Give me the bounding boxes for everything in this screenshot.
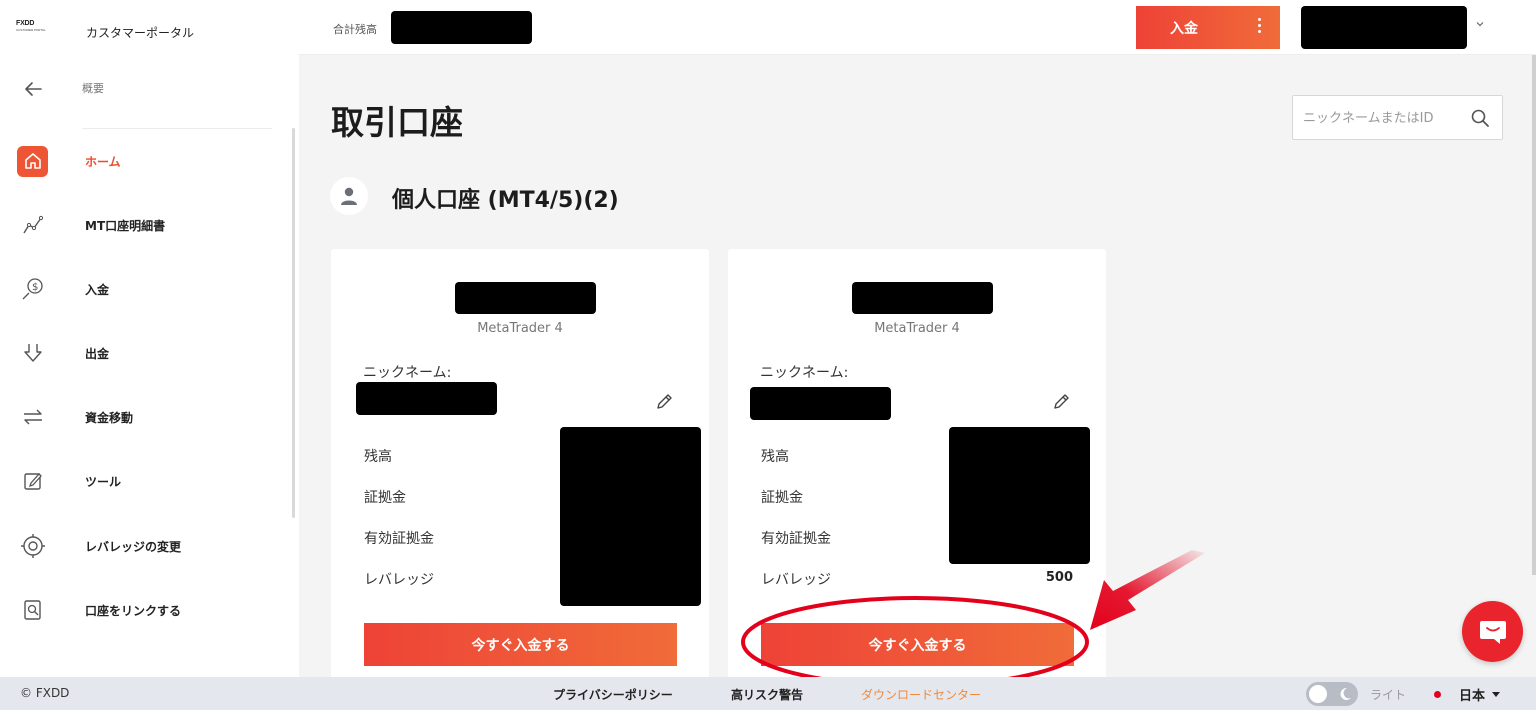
page-title: 取引口座 [331, 103, 463, 142]
download-center-link[interactable]: ダウンロードセンター [861, 686, 981, 703]
sidebar-item-link-account[interactable]: 口座をリンクする [0, 590, 280, 630]
theme-toggle[interactable] [1306, 682, 1358, 706]
sidebar-item-deposit[interactable]: $ 入金 [0, 269, 280, 309]
sidebar-item-transfer[interactable]: 資金移動 [0, 397, 280, 437]
edit-icon [17, 466, 48, 497]
sidebar-item-withdraw[interactable]: 出金 [0, 333, 280, 373]
deposit-now-button[interactable]: 今すぐ入金する [364, 623, 677, 666]
nickname-label: ニックネーム: [760, 365, 849, 381]
logo-text: FXDD [16, 20, 35, 27]
chart-line-icon [17, 210, 48, 241]
account-values-redacted [560, 427, 701, 606]
nickname-value-redacted [750, 387, 891, 420]
chat-bubble-icon [1479, 620, 1506, 644]
leverage-value: 500 [1045, 570, 1073, 585]
sidebar-item-label: ホーム [85, 154, 121, 169]
sidebar-item-tools[interactable]: ツール [0, 461, 280, 501]
equity-label: 有効証拠金 [364, 531, 434, 547]
lifebuoy-icon [17, 531, 48, 562]
sidebar: FXDD CUSTOMER PORTAL カスタマーポータル 概要 ホーム MT… [0, 0, 299, 677]
sidebar-item-leverage-change[interactable]: レバレッジの変更 [0, 526, 280, 566]
balance-label: 残高 [761, 449, 789, 465]
leverage-label: レバレッジ [364, 572, 434, 588]
sidebar-item-label: 資金移動 [85, 410, 134, 425]
footer: © FXDD プライバシーポリシー 高リスク警告 ダウンロードセンター ライト … [0, 677, 1536, 710]
platform-label: MetaTrader 4 [477, 321, 563, 336]
margin-label: 証拠金 [364, 490, 406, 506]
language-selector[interactable]: 日本 [1434, 685, 1501, 704]
account-values-redacted [949, 427, 1090, 564]
pencil-icon[interactable] [654, 392, 674, 412]
japan-flag-icon [1434, 691, 1441, 698]
sidebar-item-label: MT口座明細書 [85, 218, 166, 233]
withdraw-arrow-icon [17, 338, 48, 369]
equity-label: 有効証拠金 [761, 531, 831, 547]
account-id-redacted [455, 282, 596, 314]
deposit-button-label: 入金 [1170, 20, 1198, 37]
sidebar-item-home[interactable]: ホーム [0, 141, 280, 181]
sidebar-item-label: 口座をリンクする [85, 603, 182, 618]
nickname-value-redacted [356, 382, 497, 415]
overview-link[interactable]: 概要 [82, 80, 104, 96]
page-scrollbar[interactable] [1532, 55, 1536, 575]
moon-icon [1340, 687, 1351, 700]
back-arrow-icon[interactable] [22, 78, 44, 100]
account-search [1292, 95, 1503, 140]
balance-label: 残高 [364, 449, 392, 465]
link-account-icon [17, 595, 48, 626]
pencil-icon[interactable] [1051, 392, 1071, 412]
sidebar-item-mt-statement[interactable]: MT口座明細書 [0, 205, 280, 245]
sidebar-divider [82, 128, 272, 129]
svg-text:$: $ [32, 282, 38, 293]
search-input[interactable] [1303, 108, 1463, 128]
theme-label: ライト [1370, 688, 1407, 702]
pointer-arrow-icon [1090, 550, 1205, 630]
margin-label: 証拠金 [761, 490, 803, 506]
nickname-label: ニックネーム: [363, 365, 452, 381]
home-icon [17, 145, 48, 177]
account-id-redacted [852, 282, 993, 314]
header-deposit-button[interactable]: 入金 [1136, 6, 1280, 49]
platform-label: MetaTrader 4 [874, 321, 960, 336]
leverage-label: レバレッジ [761, 572, 831, 588]
sidebar-item-label: 出金 [85, 346, 110, 361]
transfer-arrows-icon [17, 402, 48, 433]
sidebar-item-label: ツール [85, 474, 122, 489]
deposit-coin-icon: $ [17, 274, 48, 305]
person-icon [330, 177, 368, 215]
top-header: 合計残高 入金 [299, 0, 1536, 55]
copyright: © FXDD [20, 686, 70, 700]
caret-down-icon [1492, 692, 1501, 697]
total-balance-value-redacted [391, 11, 532, 44]
privacy-policy-link[interactable]: プライバシーポリシー [553, 686, 673, 703]
fxdd-logo[interactable]: FXDD CUSTOMER PORTAL [16, 20, 56, 40]
account-selector-redacted[interactable] [1301, 6, 1467, 49]
sidebar-item-label: レバレッジの変更 [85, 539, 182, 554]
search-icon[interactable] [1470, 108, 1490, 128]
chevron-down-icon[interactable] [1474, 18, 1486, 30]
risk-warning-link[interactable]: 高リスク警告 [731, 686, 803, 703]
language-label: 日本 [1459, 689, 1486, 704]
more-options-icon[interactable] [1258, 18, 1262, 36]
toggle-knob [1309, 685, 1327, 703]
sidebar-scrollbar[interactable] [292, 128, 295, 518]
sidebar-item-label: 入金 [85, 282, 110, 297]
logo-subtext: CUSTOMER PORTAL [16, 28, 46, 32]
section-title: 個人口座 (MT4/5)(2) [392, 188, 619, 213]
account-card: MetaTrader 4 ニックネーム: 残高 証拠金 有効証拠金 レバレッジ … [331, 249, 709, 679]
chat-button[interactable] [1462, 601, 1523, 662]
total-balance-label: 合計残高 [333, 23, 377, 36]
portal-title: カスタマーポータル [86, 26, 195, 40]
